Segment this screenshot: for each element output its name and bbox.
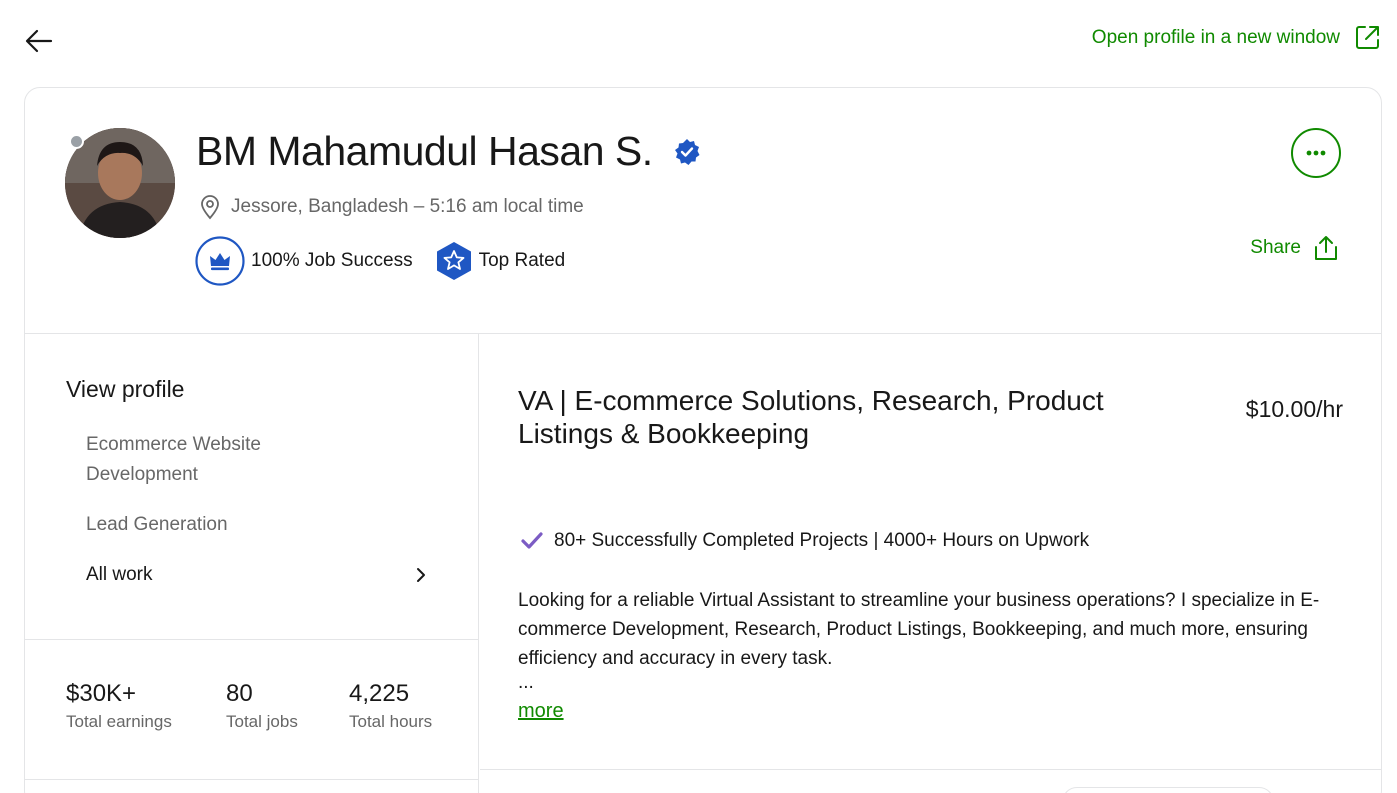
more-link[interactable]: more — [518, 700, 564, 723]
crown-icon — [195, 236, 245, 286]
more-options-button[interactable] — [1291, 128, 1341, 178]
hourly-rate: $10.00/hr — [1245, 396, 1343, 422]
share-icon — [1315, 236, 1337, 260]
specialization-list: Ecommerce Website Development Lead Gener… — [86, 430, 426, 590]
open-profile-new-window-link[interactable]: Open profile in a new window — [1092, 24, 1381, 51]
stat-value: 80 — [226, 680, 253, 707]
highlight-text: 80+ Successfully Completed Projects | 40… — [554, 530, 1090, 551]
main-divider — [480, 769, 1381, 770]
view-profile-heading: View profile — [66, 376, 185, 402]
stat-label: Total hours — [349, 712, 433, 731]
top-rated-badge: Top Rated — [435, 241, 566, 281]
profile-title: VA | E-commerce Solutions, Research, Pro… — [518, 385, 1104, 449]
back-button[interactable] — [24, 26, 54, 56]
job-success-badge: 100% Job Success — [195, 236, 413, 286]
stat-value: 4,225 — [349, 680, 410, 707]
star-hexagon-icon — [436, 242, 471, 280]
description-ellipsis: ... — [518, 672, 534, 693]
sidebar-item-all-work[interactable]: All work — [86, 560, 426, 590]
stats-row: $30K+ Total earnings 80 Total jobs 4,225… — [66, 680, 432, 732]
open-profile-label: Open profile in a new window — [1091, 26, 1340, 48]
sidebar-divider — [25, 779, 478, 780]
location-pin-icon — [201, 195, 219, 220]
stat-total-hours: 4,225 Total hours — [349, 680, 432, 732]
stat-value: $30K+ — [66, 680, 137, 707]
sidebar-divider — [25, 639, 478, 640]
stat-label: Total jobs — [226, 712, 298, 731]
share-button[interactable]: Share — [1250, 234, 1339, 262]
online-status-dot — [69, 134, 84, 149]
sidebar-item-ecommerce-website-development[interactable]: Ecommerce Website Development — [86, 430, 306, 490]
location-text: Jessore, Bangladesh – 5:16 am local time — [231, 196, 584, 217]
share-label: Share — [1250, 237, 1301, 258]
top-rated-label: Top Rated — [478, 250, 566, 271]
highlight-line: 80+ Successfully Completed Projects | 40… — [520, 530, 1089, 552]
profile-card: BM Mahamudul Hasan S. Jessore, Banglades… — [24, 87, 1382, 793]
avatar-container — [65, 128, 175, 238]
more-dots-icon — [1306, 150, 1326, 156]
profile-description: Looking for a reliable Virtual Assistant… — [518, 590, 1320, 669]
sidebar-item-lead-generation[interactable]: Lead Generation — [86, 510, 426, 540]
profile-header: BM Mahamudul Hasan S. Jessore, Banglades… — [25, 88, 1381, 334]
all-work-label: All work — [86, 564, 153, 585]
profile-main: VA | E-commerce Solutions, Research, Pro… — [480, 334, 1381, 793]
check-icon — [521, 532, 543, 549]
stat-label: Total earnings — [66, 712, 172, 731]
profile-name: BM Mahamudul Hasan S. — [196, 128, 653, 174]
chevron-right-icon — [417, 568, 425, 582]
external-link-icon — [1356, 26, 1379, 49]
stat-total-earnings: $30K+ Total earnings — [66, 680, 226, 732]
profile-sidebar: View profile Ecommerce Website Developme… — [25, 334, 479, 793]
job-success-label: 100% Job Success — [251, 250, 413, 271]
skill-tag[interactable] — [1062, 787, 1274, 793]
arrow-left-icon — [25, 29, 53, 53]
stat-total-jobs: 80 Total jobs — [226, 680, 349, 732]
location-row: Jessore, Bangladesh – 5:16 am local time — [199, 194, 584, 220]
verified-badge-icon — [674, 138, 700, 165]
